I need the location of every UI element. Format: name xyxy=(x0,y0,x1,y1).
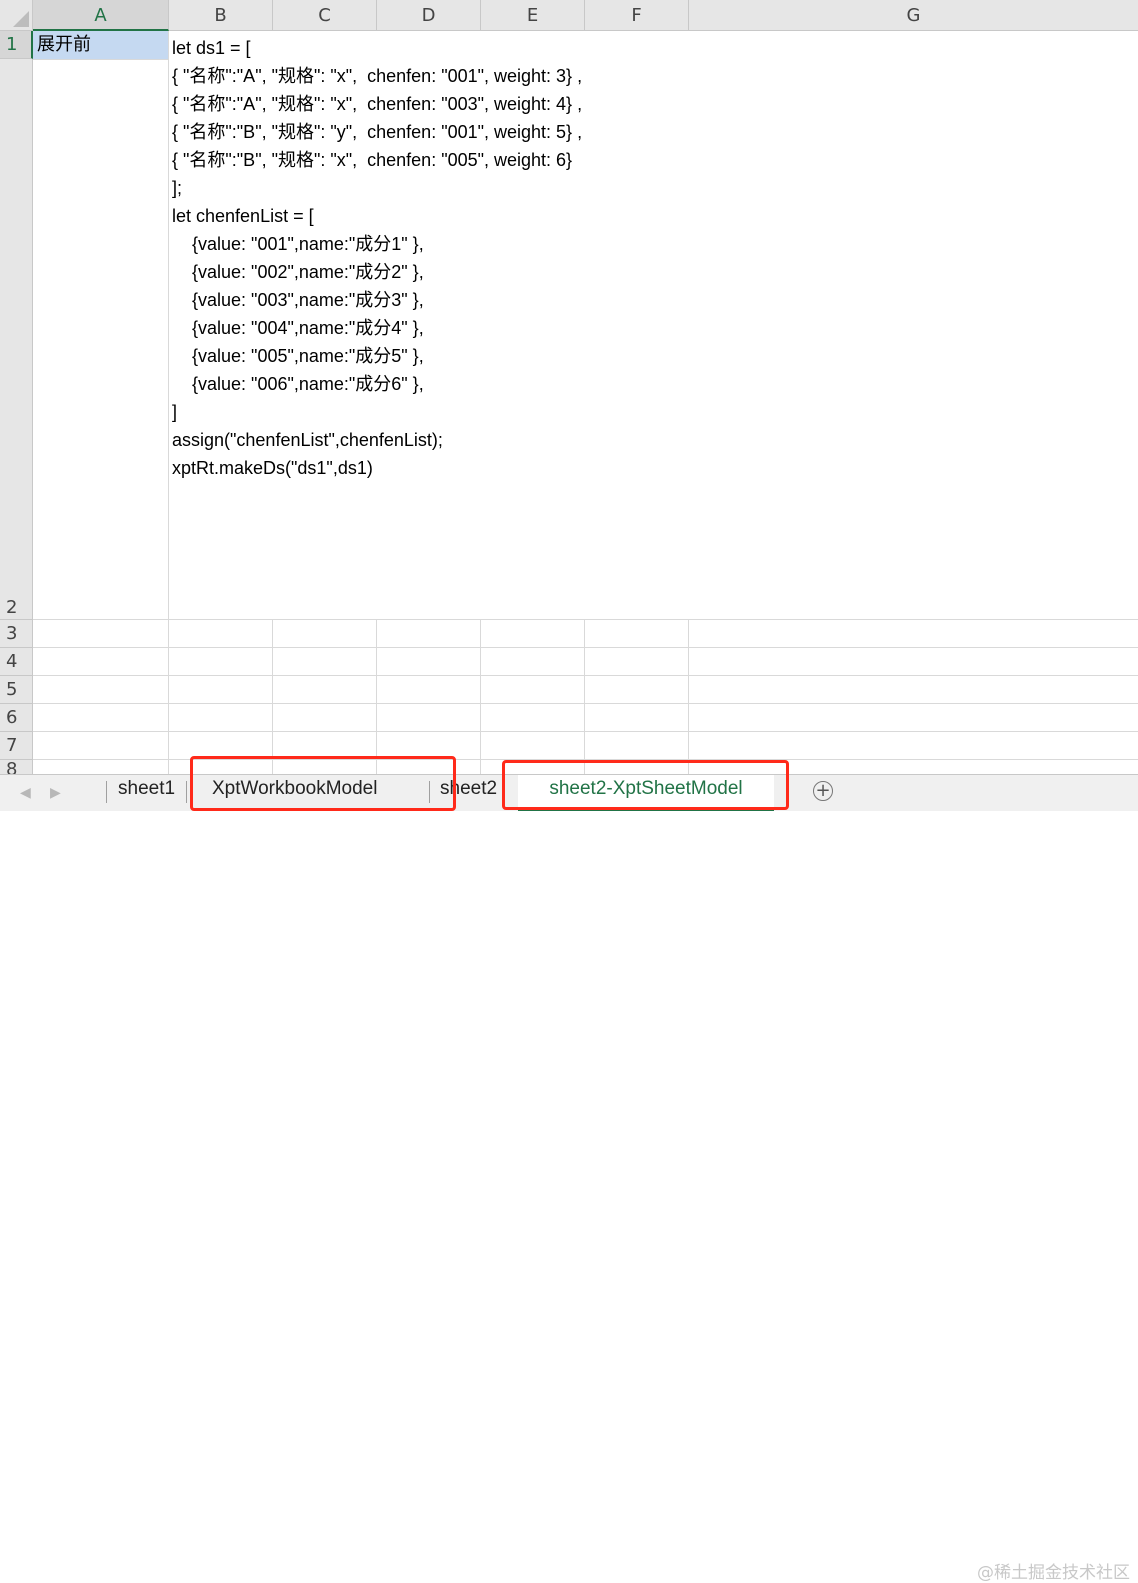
gridline xyxy=(480,620,481,775)
row-header-1[interactable]: 1 xyxy=(0,31,33,59)
column-header-d[interactable]: D xyxy=(377,0,481,31)
code-line: {value: "006",name:"成分6" }, xyxy=(172,374,424,394)
gridline xyxy=(33,731,1138,732)
code-line: assign("chenfenList",chenfenList); xyxy=(172,430,443,450)
gridline xyxy=(272,620,273,775)
column-header-c[interactable]: C xyxy=(273,0,377,31)
code-line: { "名称":"B", "规格": "y", chenfen: "001", w… xyxy=(172,122,583,142)
code-line: {value: "003",name:"成分3" }, xyxy=(172,290,424,310)
row-header-4[interactable]: 4 xyxy=(0,648,33,676)
highlight-box-xptsheetmodel xyxy=(502,760,789,810)
watermark: @稀土掘金技术社区 xyxy=(977,1563,1130,1583)
next-sheet-icon[interactable]: ▶ xyxy=(50,785,61,801)
spreadsheet-grid[interactable]: A B C D E F G 1 2 3 4 5 6 7 8 展开前 let ds… xyxy=(0,0,1138,775)
gridline xyxy=(584,620,585,775)
gridline xyxy=(376,620,377,775)
tab-separator xyxy=(186,781,187,803)
row-header-8[interactable]: 8 xyxy=(0,760,33,775)
row-header-6[interactable]: 6 xyxy=(0,704,33,732)
gridline xyxy=(33,59,169,60)
cell-b1-code[interactable]: let ds1 = [ { "名称":"A", "规格": "x", chenf… xyxy=(172,34,872,482)
select-all-corner[interactable] xyxy=(0,0,33,31)
prev-sheet-icon[interactable]: ◀ xyxy=(20,785,31,801)
code-line: let chenfenList = [ xyxy=(172,206,314,226)
code-line: ] xyxy=(172,402,178,422)
column-header-a[interactable]: A xyxy=(33,0,169,31)
row-header-5[interactable]: 5 xyxy=(0,676,33,704)
gridline xyxy=(33,675,1138,676)
code-line: xptRt.makeDs("ds1",ds1) xyxy=(172,458,373,478)
code-line: {value: "001",name:"成分1" }, xyxy=(172,234,424,254)
tab-separator xyxy=(106,781,107,803)
gridline xyxy=(33,619,1138,620)
add-sheet-icon[interactable]: + xyxy=(813,781,833,801)
code-line: { "名称":"A", "规格": "x", chenfen: "003", w… xyxy=(172,94,583,114)
column-header-f[interactable]: F xyxy=(585,0,689,31)
code-line: {value: "002",name:"成分2" }, xyxy=(172,262,424,282)
highlight-box-xptworkbookmodel xyxy=(190,756,456,811)
gridline xyxy=(33,703,1138,704)
column-header-b[interactable]: B xyxy=(169,0,273,31)
row-header-2[interactable]: 2 xyxy=(0,59,33,620)
column-header-e[interactable]: E xyxy=(481,0,585,31)
cell-a1[interactable]: 展开前 xyxy=(33,31,168,59)
code-line: { "名称":"A", "规格": "x", chenfen: "001", w… xyxy=(172,66,583,86)
code-line: { "名称":"B", "规格": "x", chenfen: "005", w… xyxy=(172,150,573,170)
row-header-3[interactable]: 3 xyxy=(0,620,33,648)
code-line: let ds1 = [ xyxy=(172,38,251,58)
gridline xyxy=(688,620,689,775)
row-header-7[interactable]: 7 xyxy=(0,732,33,760)
gridline xyxy=(33,647,1138,648)
row-header-2-label: 2 xyxy=(6,597,18,618)
column-header-g[interactable]: G xyxy=(689,0,1138,31)
code-line: {value: "004",name:"成分4" }, xyxy=(172,318,424,338)
code-line: {value: "005",name:"成分5" }, xyxy=(172,346,424,366)
code-line: ]; xyxy=(172,178,183,198)
sheet-tab-sheet1[interactable]: sheet1 xyxy=(118,775,184,811)
gridline xyxy=(168,31,169,775)
